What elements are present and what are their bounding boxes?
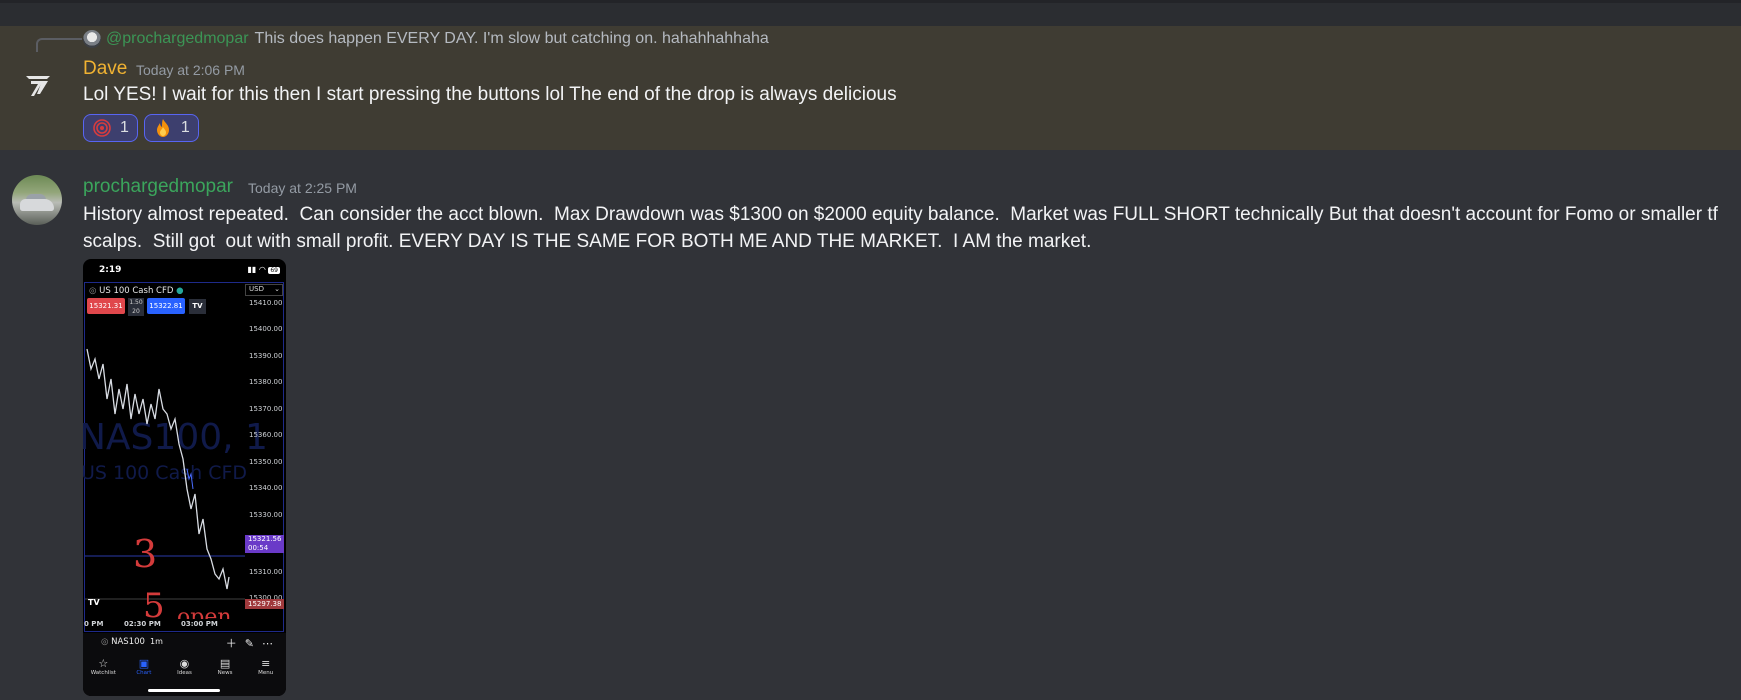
message-text: Lol YES! I wait for this then I start pr… [83,84,897,105]
reactions-bar: 1 1 [83,114,199,142]
phone-status-icons: ▮▮ ◠ 69 [247,265,280,274]
reaction-spiral[interactable]: 1 [83,114,138,142]
reply-text[interactable]: This does happen EVERY DAY. I'm slow but… [255,30,769,48]
fire-icon [156,119,169,137]
reaction-count: 1 [120,119,129,136]
sell-button: 15321.31 [87,298,125,314]
svg-text:3: 3 [133,532,157,576]
timeframe: 1m [150,637,163,646]
red-spiral-icon [93,119,111,137]
y-tick: 15350.00 [249,458,283,466]
buy-button: 15322.81 [147,298,185,314]
lot-size: 1.50 20 [128,298,144,316]
price-chart-candles: 3 5 open [85,348,245,619]
y-tick: 15410.00 [249,299,283,307]
home-indicator [148,689,220,692]
svg-text:open: open [177,605,232,619]
y-tick: 15380.00 [249,378,283,386]
star-icon: ☆ [98,657,109,670]
current-price-tag: 15321.56 00:54 [245,535,284,553]
bottom-symbol: ◎ NAS100 [101,637,145,647]
reply-spine [36,38,82,52]
author-name[interactable]: Dave [83,58,127,80]
y-tick: 15330.00 [249,511,283,519]
attachment-image[interactable]: 2:19 ▮▮ ◠ 69 ◎ US 100 Cash CFD ● USD ⌄ 1… [83,259,286,696]
low-price-tag: 15297.38 [245,599,284,609]
reaction-fire[interactable]: 1 [143,114,199,142]
currency-select: USD ⌄ [245,284,283,296]
y-tick: 15400.00 [249,325,283,333]
x-tick: 0 PM [84,620,104,628]
battery-level: 69 [268,267,280,274]
reply-author[interactable]: @prochargedmopar [106,30,249,48]
nav-ideas: ◉ Ideas [164,657,204,676]
timestamp[interactable]: Today at 2:06 PM [136,62,245,78]
x-tick: 03:00 PM [181,620,218,628]
timestamp[interactable]: Today at 2:25 PM [248,180,357,196]
y-tick: 15390.00 [249,352,283,360]
user-avatar[interactable] [12,175,62,225]
message-text: History almost repeated. Can consider th… [83,204,1724,252]
top-divider-bar [0,0,1741,26]
bulb-icon: ◉ [179,657,190,670]
nav-menu: ≡ Menu [246,657,286,676]
x-tick: 02:30 PM [124,620,161,628]
chart-symbol-title: ◎ US 100 Cash CFD ● [89,286,184,296]
phone-time: 2:19 [99,265,122,275]
y-tick: 15310.00 [249,568,283,576]
tradingview-logo: TV [189,299,206,314]
nav-chart: ▣ Chart [124,657,164,676]
reply-reference[interactable]: @prochargedmopar This does happen EVERY … [83,28,769,50]
reaction-count: 1 [180,119,190,136]
nav-watchlist: ☆ Watchlist [83,657,123,676]
dave-avatar[interactable] [23,70,53,100]
author-name[interactable]: prochargedmopar [83,176,233,198]
y-tick: 15370.00 [249,405,283,413]
news-icon: ▤ [219,657,231,670]
y-tick: 15360.00 [249,431,283,439]
tv-watermark-logo: TV [88,598,100,607]
y-tick: 15340.00 [249,484,283,492]
menu-icon: ≡ [261,657,271,670]
nav-news: ▤ News [205,657,245,676]
chart-icon: ▣ [138,657,150,670]
phone-bottom-nav: ☆ Watchlist ▣ Chart ◉ Ideas ▤ News ≡ Menu [83,657,286,676]
chart-tools: ＋✎⋯ [225,637,281,650]
svg-text:5: 5 [143,586,165,619]
reply-avatar[interactable] [83,30,101,48]
